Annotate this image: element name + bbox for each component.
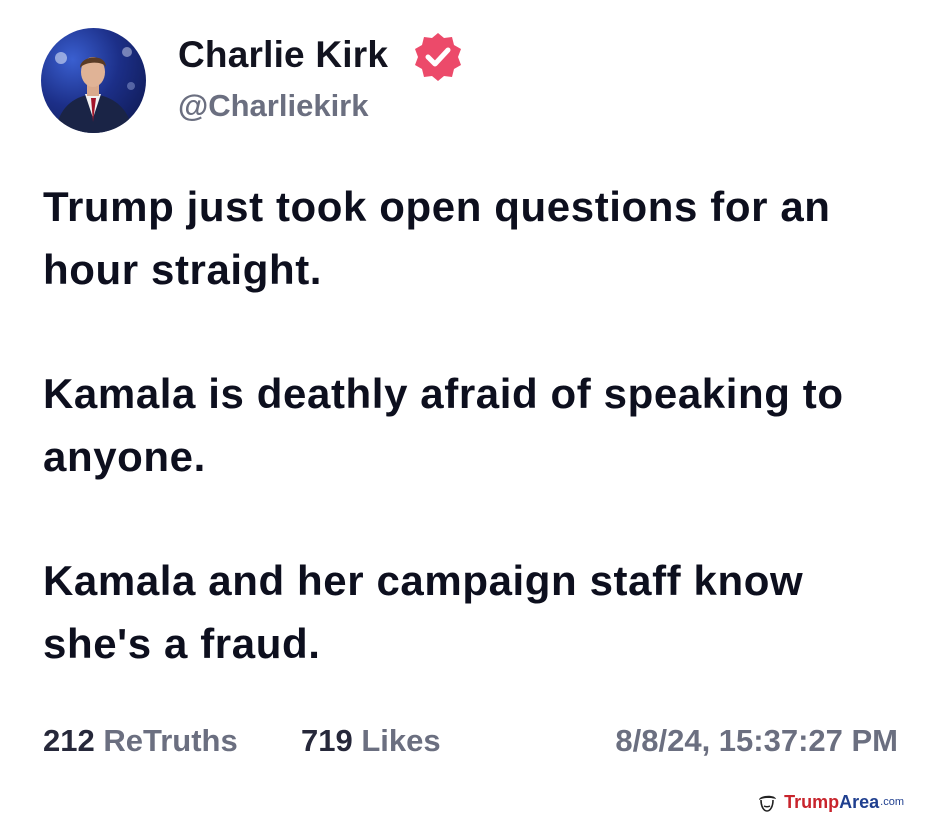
watermark-brand-part2: Area	[839, 791, 880, 812]
watermark: TrumpArea .com	[756, 790, 904, 814]
verified-badge-icon	[415, 33, 461, 81]
retruths-count: 212	[43, 723, 95, 758]
post-paragraph: Kamala and her campaign staff know she's…	[43, 557, 804, 667]
likes-stat[interactable]: 719 Likes	[301, 723, 441, 759]
author-avatar[interactable]	[41, 28, 146, 133]
likes-count: 719	[301, 723, 353, 758]
watermark-suffix: .com	[880, 796, 904, 808]
post-paragraph: Kamala is deathly afraid of speaking to …	[43, 370, 844, 480]
author-handle[interactable]: @Charliekirk	[178, 88, 368, 124]
post-stats: 212 ReTruths 719 Likes 8/8/24, 15:37:27 …	[0, 723, 940, 767]
watermark-brand-part1: Trump	[784, 791, 840, 812]
likes-label: Likes	[361, 723, 441, 758]
author-display-name[interactable]: Charlie Kirk	[178, 34, 388, 76]
post-timestamp: 8/8/24, 15:37:27 PM	[615, 723, 898, 758]
retruths-label: ReTruths	[103, 723, 238, 758]
avatar-portrait-icon	[55, 47, 135, 133]
truth-social-post: Charlie Kirk @Charliekirk Trump just too…	[0, 0, 940, 816]
trump-face-icon	[759, 795, 777, 812]
retruths-stat[interactable]: 212 ReTruths	[43, 723, 238, 759]
post-paragraph: Trump just took open questions for an ho…	[43, 183, 831, 293]
